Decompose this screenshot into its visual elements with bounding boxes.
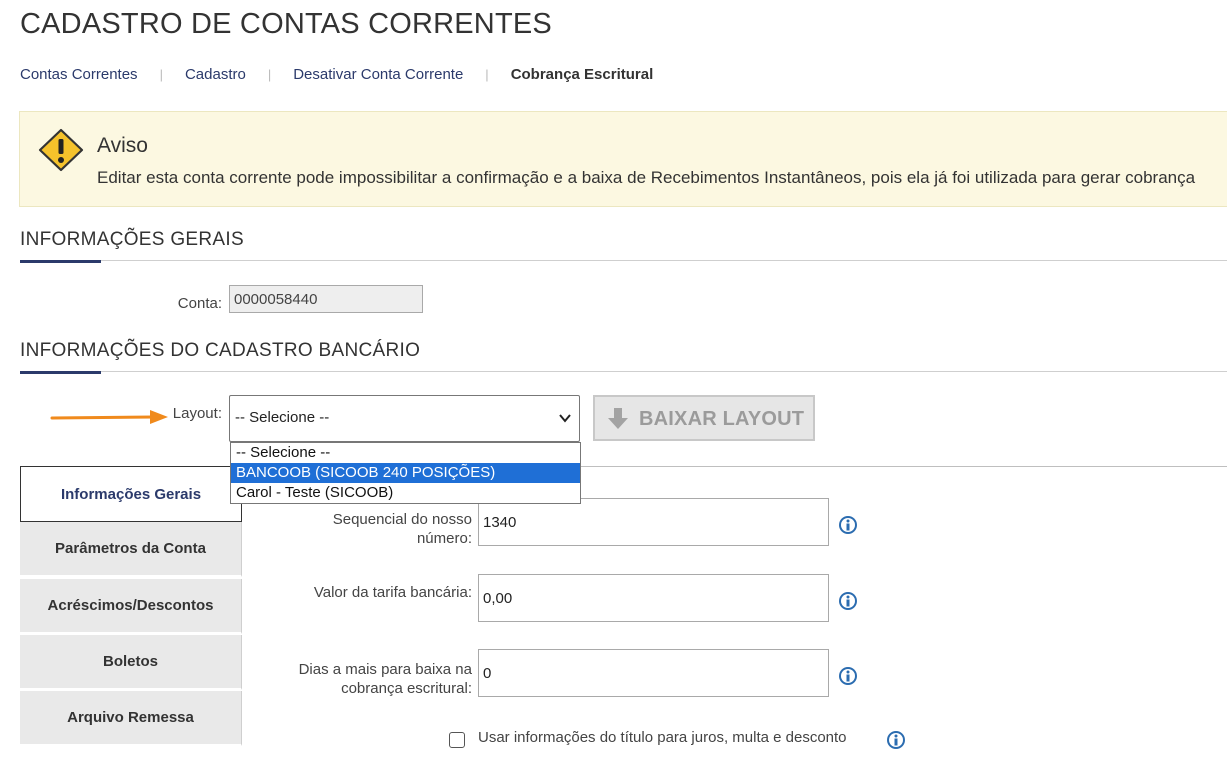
layout-option[interactable]: Carol - Teste (SICOOB) xyxy=(231,483,580,503)
arrow-annotation-icon xyxy=(50,410,168,424)
page-title: CADASTRO DE CONTAS CORRENTES xyxy=(20,8,552,40)
layout-select-value: -- Selecione -- xyxy=(235,409,330,426)
warning-icon xyxy=(38,128,84,172)
tab-arquivo-remessa[interactable]: Arquivo Remessa xyxy=(20,691,242,746)
dias-field[interactable] xyxy=(478,649,829,697)
use-title-info-label: Usar informações do título para juros, m… xyxy=(478,729,847,746)
section-divider xyxy=(20,260,1227,261)
dias-label-line2: cobrança escritural: xyxy=(341,680,472,697)
sequencial-label-line1: Sequencial do nosso xyxy=(332,511,472,528)
breadcrumb-contas-correntes[interactable]: Contas Correntes xyxy=(20,66,138,83)
breadcrumb-separator: | xyxy=(159,66,163,82)
layout-label: Layout: xyxy=(172,405,222,422)
section-accent xyxy=(20,371,101,374)
sequencial-label: Sequencial do nosso número: xyxy=(250,510,472,548)
download-layout-label: BAIXAR LAYOUT xyxy=(639,408,805,430)
breadcrumb-cadastro[interactable]: Cadastro xyxy=(185,66,246,83)
info-icon[interactable] xyxy=(838,591,858,611)
dias-label: Dias a mais para baixa na cobrança escri… xyxy=(250,660,472,698)
section-title-bank: INFORMAÇÕES DO CADASTRO BANCÁRIO xyxy=(20,340,421,361)
breadcrumb-desativar-conta[interactable]: Desativar Conta Corrente xyxy=(293,66,463,83)
tab-informacoes-gerais[interactable]: Informações Gerais xyxy=(20,466,242,522)
breadcrumb-separator: | xyxy=(485,66,489,82)
tab-acrescimos-descontos[interactable]: Acréscimos/Descontos xyxy=(20,579,242,634)
warning-text: Editar esta conta corrente pode impossib… xyxy=(97,168,1196,187)
sequencial-label-line2: número: xyxy=(416,530,472,547)
info-icon[interactable] xyxy=(838,515,858,535)
tab-boletos[interactable]: Boletos xyxy=(20,635,242,690)
section-title-general: INFORMAÇÕES GERAIS xyxy=(20,229,244,250)
download-arrow-icon xyxy=(608,408,628,429)
info-icon[interactable] xyxy=(886,730,906,750)
layout-option[interactable]: -- Selecione -- xyxy=(231,443,580,463)
tarifa-label: Valor da tarifa bancária: xyxy=(313,584,472,601)
chevron-down-icon xyxy=(559,414,571,423)
breadcrumb-separator: | xyxy=(267,66,272,82)
sequencial-field[interactable] xyxy=(478,498,829,546)
warning-box xyxy=(19,111,1227,207)
breadcrumb-cobranca-escritural[interactable]: Cobrança Escritural xyxy=(511,66,654,83)
breadcrumb: Contas Correntes | Cadastro | Desativar … xyxy=(20,64,653,84)
tab-parametros-da-conta[interactable]: Parâmetros da Conta xyxy=(20,522,242,577)
section-accent xyxy=(20,260,101,263)
use-title-info-checkbox[interactable] xyxy=(449,732,465,748)
account-field[interactable] xyxy=(229,285,423,313)
layout-option-highlighted[interactable]: BANCOOB (SICOOB 240 POSIÇÕES) xyxy=(231,463,580,483)
info-icon[interactable] xyxy=(838,666,858,686)
section-divider xyxy=(20,371,1227,372)
tarifa-field[interactable] xyxy=(478,574,829,622)
dias-label-line1: Dias a mais para baixa na xyxy=(298,661,472,678)
layout-dropdown-list: -- Selecione -- BANCOOB (SICOOB 240 POSI… xyxy=(230,442,581,504)
warning-title: Aviso xyxy=(97,134,148,157)
account-label: Conta: xyxy=(177,295,222,312)
